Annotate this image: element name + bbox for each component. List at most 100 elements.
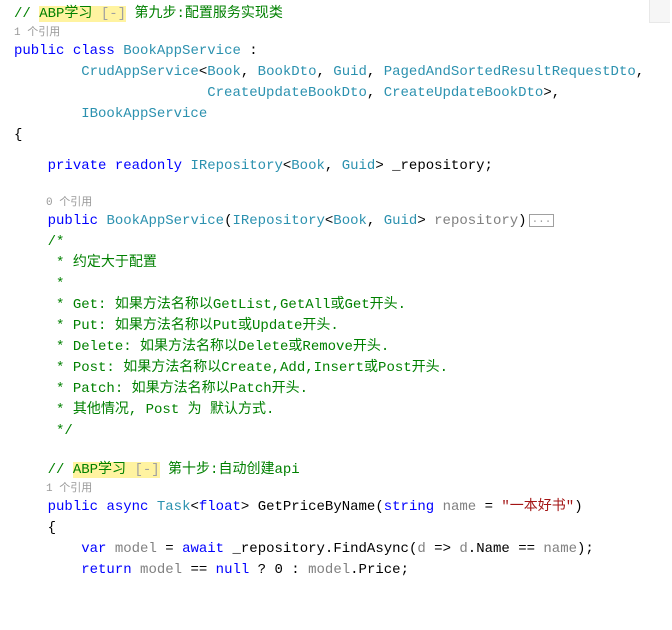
kw-var: var	[81, 541, 106, 557]
codelens-references[interactable]: 0 个引用	[0, 195, 672, 211]
code-line[interactable]: /*	[0, 232, 672, 253]
kw-public: public	[48, 499, 98, 515]
type-task: Task	[157, 499, 191, 515]
ternary-colon: :	[283, 562, 308, 578]
type-arg: PagedAndSortedResultRequestDto	[384, 64, 636, 80]
param-name: name	[443, 499, 477, 515]
property: Name	[476, 541, 510, 557]
kw-return: return	[81, 562, 131, 578]
kw-string: string	[384, 499, 434, 515]
blank-line	[0, 177, 672, 195]
field-name: _repository	[392, 158, 484, 174]
kw-await: await	[182, 541, 224, 557]
kw-async: async	[106, 499, 148, 515]
class-name: BookAppService	[123, 43, 241, 59]
block-comment-line: * 其他情况, Post 为 默认方式.	[48, 402, 275, 418]
type-arg: CreateUpdateBookDto	[207, 85, 367, 101]
outline-toggle[interactable]: [-]	[126, 462, 160, 478]
kw-private: private	[48, 158, 107, 174]
code-line[interactable]: private readonly IRepository<Book, Guid>…	[0, 156, 672, 177]
number-literal: 0	[275, 562, 283, 578]
type-arg: Book	[207, 64, 241, 80]
property: Price	[359, 562, 401, 578]
code-line[interactable]: * 其他情况, Post 为 默认方式.	[0, 400, 672, 421]
block-comment-open: /*	[48, 234, 65, 250]
code-line[interactable]: public async Task<float> GetPriceByName(…	[0, 497, 672, 518]
fold-ellipsis[interactable]: ...	[529, 214, 555, 227]
type-arg: Guid	[384, 213, 418, 229]
abp-tag: ABP学习	[73, 462, 126, 478]
blank-line	[0, 146, 672, 156]
kw-null: null	[216, 562, 250, 578]
eq-op: ==	[182, 562, 216, 578]
lambda-param: d	[459, 541, 467, 557]
colon: :	[241, 43, 258, 59]
type-irepository: IRepository	[190, 158, 282, 174]
code-line[interactable]: * Put: 如果方法名称以Put或Update开头.	[0, 316, 672, 337]
block-comment-line: *	[48, 276, 65, 292]
lambda-arrow: =>	[426, 541, 460, 557]
codelens-references[interactable]: 1 个引用	[0, 481, 672, 497]
type-arg: Guid	[342, 158, 376, 174]
brace-open: {	[14, 127, 22, 143]
ternary-q: ?	[249, 562, 274, 578]
code-line[interactable]: public BookAppService(IRepository<Book, …	[0, 211, 672, 232]
code-line[interactable]: *	[0, 274, 672, 295]
lambda-param: d	[417, 541, 425, 557]
code-line[interactable]: * Post: 如果方法名称以Create,Add,Insert或Post开头.	[0, 358, 672, 379]
code-line[interactable]: public class BookAppService :	[0, 41, 672, 62]
code-line[interactable]: * Get: 如果方法名称以GetList,GetAll或Get开头.	[0, 295, 672, 316]
code-line[interactable]: return model == null ? 0 : model.Price;	[0, 560, 672, 581]
code-line[interactable]: // ABP学习 [-] 第九步:配置服务实现类	[0, 4, 672, 25]
block-comment-line: * Get: 如果方法名称以GetList,GetAll或Get开头.	[48, 297, 406, 313]
method-call: FindAsync	[333, 541, 409, 557]
comment-prefix: //	[48, 462, 73, 478]
code-line[interactable]: * Delete: 如果方法名称以Delete或Remove开头.	[0, 337, 672, 358]
interface-name: IBookAppService	[81, 106, 207, 122]
local-var: model	[140, 562, 182, 578]
code-line[interactable]: * 约定大于配置	[0, 253, 672, 274]
type-arg: Book	[291, 158, 325, 174]
code-line[interactable]: CrudAppService<Book, BookDto, Guid, Page…	[0, 62, 672, 83]
kw-public: public	[48, 213, 98, 229]
kw-class: class	[73, 43, 115, 59]
method-name: GetPriceByName	[258, 499, 376, 515]
string-literal: "一本好书"	[501, 499, 574, 515]
comment-text: 第九步:配置服务实现类	[126, 6, 283, 22]
code-line[interactable]: var model = await _repository.FindAsync(…	[0, 539, 672, 560]
type-irepository: IRepository	[232, 213, 324, 229]
param-name: repository	[434, 213, 518, 229]
type-arg: Guid	[333, 64, 367, 80]
kw-readonly: readonly	[115, 158, 182, 174]
code-line[interactable]: CreateUpdateBookDto, CreateUpdateBookDto…	[0, 83, 672, 104]
abp-tag: ABP学习	[39, 6, 92, 22]
code-line[interactable]: // ABP学习 [-] 第十步:自动创建api	[0, 460, 672, 481]
comment-text: 第十步:自动创建api	[160, 462, 300, 478]
local-var: model	[115, 541, 157, 557]
kw-public: public	[14, 43, 64, 59]
outline-toggle[interactable]: [-]	[92, 6, 126, 22]
param-ref: name	[543, 541, 577, 557]
block-comment-line: * 约定大于配置	[48, 255, 157, 271]
blank-line	[0, 442, 672, 460]
code-line[interactable]: */	[0, 421, 672, 442]
type-arg: Book	[333, 213, 367, 229]
code-line[interactable]: * Patch: 如果方法名称以Patch开头.	[0, 379, 672, 400]
code-line[interactable]: {	[0, 518, 672, 539]
code-editor[interactable]: // ABP学习 [-] 第九步:配置服务实现类 1 个引用 public cl…	[0, 0, 672, 581]
kw-float: float	[199, 499, 241, 515]
eq-op: ==	[510, 541, 544, 557]
type-arg: BookDto	[258, 64, 317, 80]
comment-prefix: //	[14, 6, 39, 22]
codelens-references[interactable]: 1 个引用	[0, 25, 672, 41]
eq: =	[476, 499, 501, 515]
block-comment-line: * Delete: 如果方法名称以Delete或Remove开头.	[48, 339, 390, 355]
code-line[interactable]: {	[0, 125, 672, 146]
base-class: CrudAppService	[81, 64, 199, 80]
block-comment-line: * Patch: 如果方法名称以Patch开头.	[48, 381, 308, 397]
block-comment-close: */	[48, 423, 73, 439]
block-comment-line: * Post: 如果方法名称以Create,Add,Insert或Post开头.	[48, 360, 448, 376]
code-line[interactable]: IBookAppService	[0, 104, 672, 125]
brace-open: {	[48, 520, 56, 536]
block-comment-line: * Put: 如果方法名称以Put或Update开头.	[48, 318, 339, 334]
